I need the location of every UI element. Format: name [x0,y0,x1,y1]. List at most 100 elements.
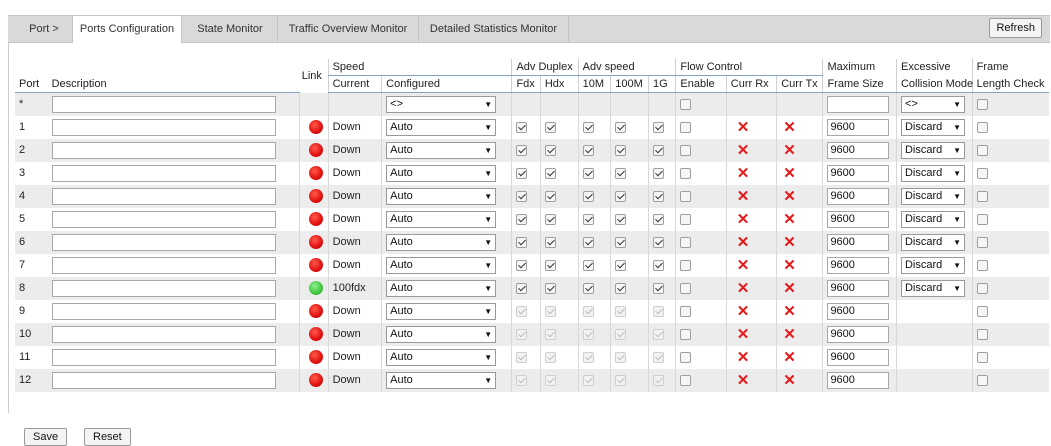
breadcrumb-port[interactable]: Port > [16,16,72,42]
configured-speed-select[interactable]: Auto ▼ [386,256,497,274]
length-check-checkbox-star[interactable] [976,98,988,110]
frame-size-input[interactable]: 9600 [827,256,890,274]
configured-speed-select[interactable]: Auto ▼ [386,210,497,228]
collision-select[interactable]: Discard ▼ [900,233,965,251]
frame-size-input[interactable]: 9600 [827,187,890,205]
frame-size-input[interactable]: 9600 [827,118,890,136]
frame-size-input[interactable]: 9600 [827,325,890,343]
length-check-checkbox[interactable] [976,259,988,271]
length-check-checkbox[interactable] [976,236,988,248]
flow-enable-checkbox[interactable] [680,259,692,271]
reset-button[interactable]: Reset [84,428,131,446]
tab-ports-configuration[interactable]: Ports Configuration [72,15,182,43]
fdx-checkbox[interactable] [516,282,528,294]
hdx-checkbox[interactable] [544,121,556,133]
1g-checkbox[interactable] [653,213,665,225]
collision-select[interactable]: Discard ▼ [900,210,965,228]
length-check-checkbox[interactable] [976,351,988,363]
hdx-checkbox[interactable] [544,144,556,156]
description-input[interactable] [51,164,276,182]
description-input[interactable] [51,118,276,136]
flow-enable-checkbox[interactable] [680,121,692,133]
fdx-checkbox[interactable] [516,259,528,271]
100m-checkbox[interactable] [615,282,627,294]
frame-size-input[interactable]: 9600 [827,141,890,159]
configured-speed-select[interactable]: Auto ▼ [386,187,497,205]
collision-select[interactable]: Discard ▼ [900,118,965,136]
1g-checkbox[interactable] [653,282,665,294]
hdx-checkbox[interactable] [544,213,556,225]
1g-checkbox[interactable] [653,190,665,202]
length-check-checkbox[interactable] [976,213,988,225]
configured-speed-select[interactable]: Auto ▼ [386,279,497,297]
configured-speed-select[interactable]: Auto ▼ [386,348,497,366]
flow-enable-checkbox[interactable] [680,374,692,386]
1g-checkbox[interactable] [653,167,665,179]
collision-select[interactable]: Discard ▼ [900,164,965,182]
length-check-checkbox[interactable] [976,374,988,386]
length-check-checkbox[interactable] [976,144,988,156]
100m-checkbox[interactable] [615,213,627,225]
description-input[interactable] [51,210,276,228]
description-input[interactable] [51,187,276,205]
hdx-checkbox[interactable] [544,259,556,271]
hdx-checkbox[interactable] [544,190,556,202]
collision-select[interactable]: Discard ▼ [900,141,965,159]
1g-checkbox[interactable] [653,259,665,271]
100m-checkbox[interactable] [615,190,627,202]
flow-enable-checkbox[interactable] [680,236,692,248]
10m-checkbox[interactable] [582,190,594,202]
description-input[interactable] [51,233,276,251]
configured-speed-select[interactable]: Auto ▼ [386,118,497,136]
fdx-checkbox[interactable] [516,190,528,202]
length-check-checkbox[interactable] [976,328,988,340]
frame-size-input[interactable]: 9600 [827,302,890,320]
hdx-checkbox[interactable] [544,282,556,294]
flow-enable-checkbox[interactable] [680,190,692,202]
description-input[interactable] [51,302,276,320]
configured-speed-select[interactable]: Auto ▼ [386,371,497,389]
flow-enable-checkbox[interactable] [680,213,692,225]
collision-select[interactable]: Discard ▼ [900,279,965,297]
frame-size-input[interactable]: 9600 [827,210,890,228]
100m-checkbox[interactable] [615,121,627,133]
fdx-checkbox[interactable] [516,213,528,225]
flow-enable-checkbox-star[interactable] [680,98,692,110]
description-input[interactable] [51,325,276,343]
hdx-checkbox[interactable] [544,236,556,248]
hdx-checkbox[interactable] [544,167,556,179]
10m-checkbox[interactable] [582,259,594,271]
1g-checkbox[interactable] [653,144,665,156]
length-check-checkbox[interactable] [976,167,988,179]
10m-checkbox[interactable] [582,121,594,133]
configured-speed-select[interactable]: Auto ▼ [386,302,497,320]
configured-speed-select[interactable]: Auto ▼ [386,164,497,182]
description-input[interactable] [51,371,276,389]
10m-checkbox[interactable] [582,213,594,225]
refresh-button[interactable]: Refresh [989,18,1042,38]
fdx-checkbox[interactable] [516,144,528,156]
10m-checkbox[interactable] [582,144,594,156]
fdx-checkbox[interactable] [516,121,528,133]
flow-enable-checkbox[interactable] [680,167,692,179]
collision-select[interactable]: Discard ▼ [900,256,965,274]
configured-select-star[interactable]: <> ▼ [386,95,497,113]
length-check-checkbox[interactable] [976,282,988,294]
flow-enable-checkbox[interactable] [680,144,692,156]
10m-checkbox[interactable] [582,282,594,294]
tab-state-monitor[interactable]: State Monitor [183,16,278,42]
description-input[interactable] [51,141,276,159]
configured-speed-select[interactable]: Auto ▼ [386,233,497,251]
100m-checkbox[interactable] [615,236,627,248]
1g-checkbox[interactable] [653,121,665,133]
fdx-checkbox[interactable] [516,236,528,248]
100m-checkbox[interactable] [615,259,627,271]
collision-select[interactable]: Discard ▼ [900,187,965,205]
configured-speed-select[interactable]: Auto ▼ [386,325,497,343]
flow-enable-checkbox[interactable] [680,351,692,363]
description-input-star[interactable] [51,95,276,113]
flow-enable-checkbox[interactable] [680,305,692,317]
frame-size-input[interactable]: 9600 [827,233,890,251]
description-input[interactable] [51,279,276,297]
10m-checkbox[interactable] [582,167,594,179]
